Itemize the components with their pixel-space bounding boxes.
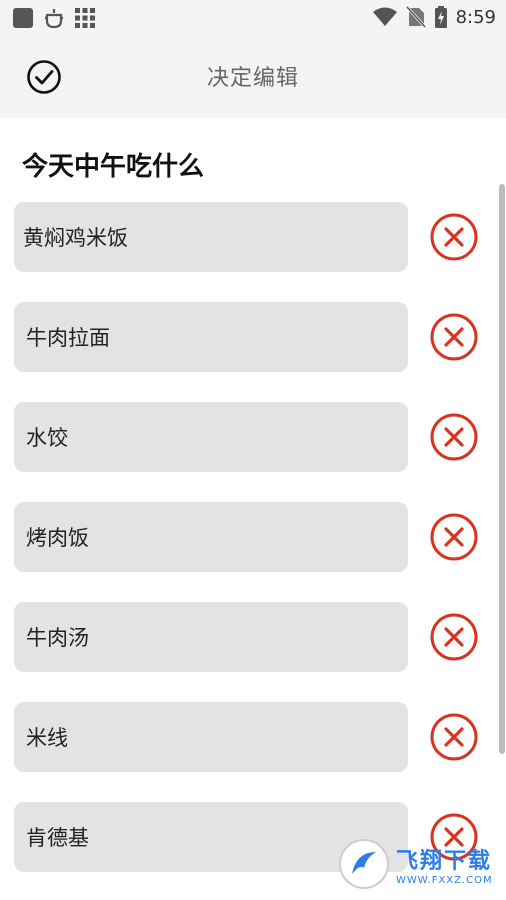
status-time: 8:59 — [455, 6, 496, 28]
app-square-icon — [13, 8, 33, 28]
no-sim-icon — [405, 6, 426, 28]
delete-button[interactable] — [426, 409, 482, 465]
watermark: 飞翔下载 WWW.FXXZ.COM — [338, 836, 500, 892]
delete-button[interactable] — [426, 709, 482, 765]
item-field[interactable]: 水饺 — [14, 402, 408, 472]
watermark-brand: 飞翔下载 — [396, 848, 493, 874]
battery-charging-icon — [434, 6, 447, 28]
item-text: 水饺 — [26, 426, 68, 450]
list-title: 今天中午吃什么 — [22, 152, 205, 182]
item-field[interactable]: 牛肉拉面 — [14, 302, 408, 372]
delete-button[interactable] — [426, 309, 482, 365]
item-field[interactable]: 烤肉饭 — [14, 502, 408, 572]
item-text: 肯德基 — [26, 826, 89, 850]
scrollbar[interactable] — [499, 184, 505, 754]
item-text: 牛肉拉面 — [26, 326, 110, 350]
bug-icon — [45, 9, 63, 29]
status-bar: 8:59 — [0, 0, 506, 36]
header-bar: 决定编辑 — [0, 36, 506, 118]
item-text: 米线 — [26, 726, 68, 750]
item-field[interactable]: 黄焖鸡米饭 — [14, 202, 408, 272]
watermark-logo-icon — [339, 839, 389, 889]
delete-button[interactable] — [426, 509, 482, 565]
page-title: 决定编辑 — [206, 66, 299, 91]
wifi-icon — [372, 7, 397, 26]
item-text: 烤肉饭 — [26, 526, 89, 550]
delete-button[interactable] — [426, 609, 482, 665]
item-text: 牛肉汤 — [26, 626, 89, 650]
grid-icon — [75, 8, 95, 28]
item-text: 黄焖鸡米饭 — [23, 226, 128, 250]
delete-button[interactable] — [426, 209, 482, 265]
watermark-url: WWW.FXXZ.COM — [396, 874, 493, 886]
item-field[interactable]: 牛肉汤 — [14, 602, 408, 672]
item-field[interactable]: 米线 — [14, 702, 408, 772]
